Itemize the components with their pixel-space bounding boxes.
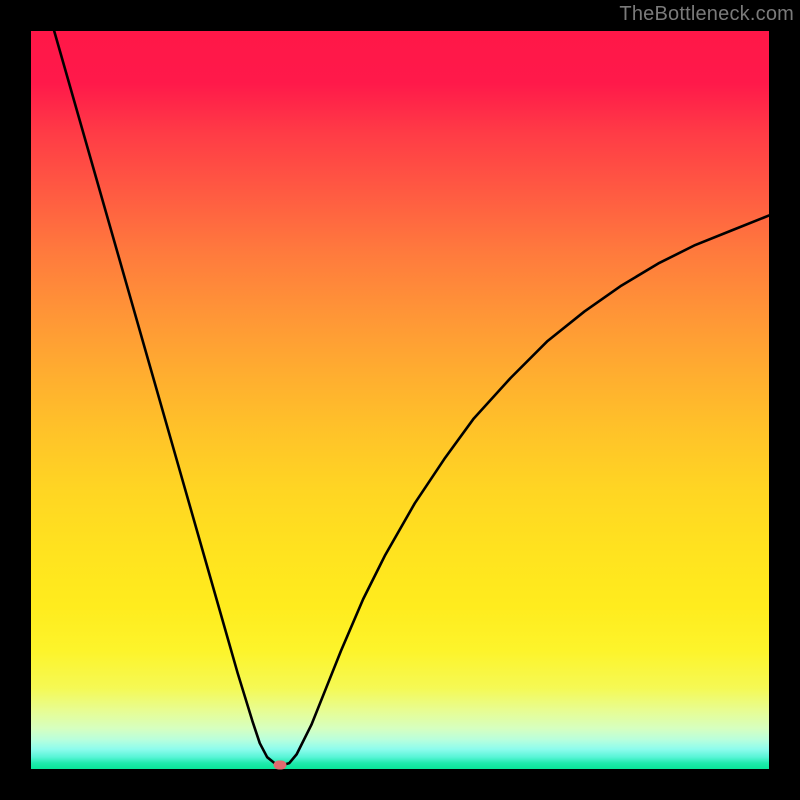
curve-svg xyxy=(31,31,769,769)
watermark-text: TheBottleneck.com xyxy=(619,3,794,26)
bottleneck-curve xyxy=(31,31,769,765)
optimum-marker xyxy=(274,761,287,770)
plot-area xyxy=(31,31,769,769)
chart-frame: TheBottleneck.com xyxy=(0,0,800,800)
